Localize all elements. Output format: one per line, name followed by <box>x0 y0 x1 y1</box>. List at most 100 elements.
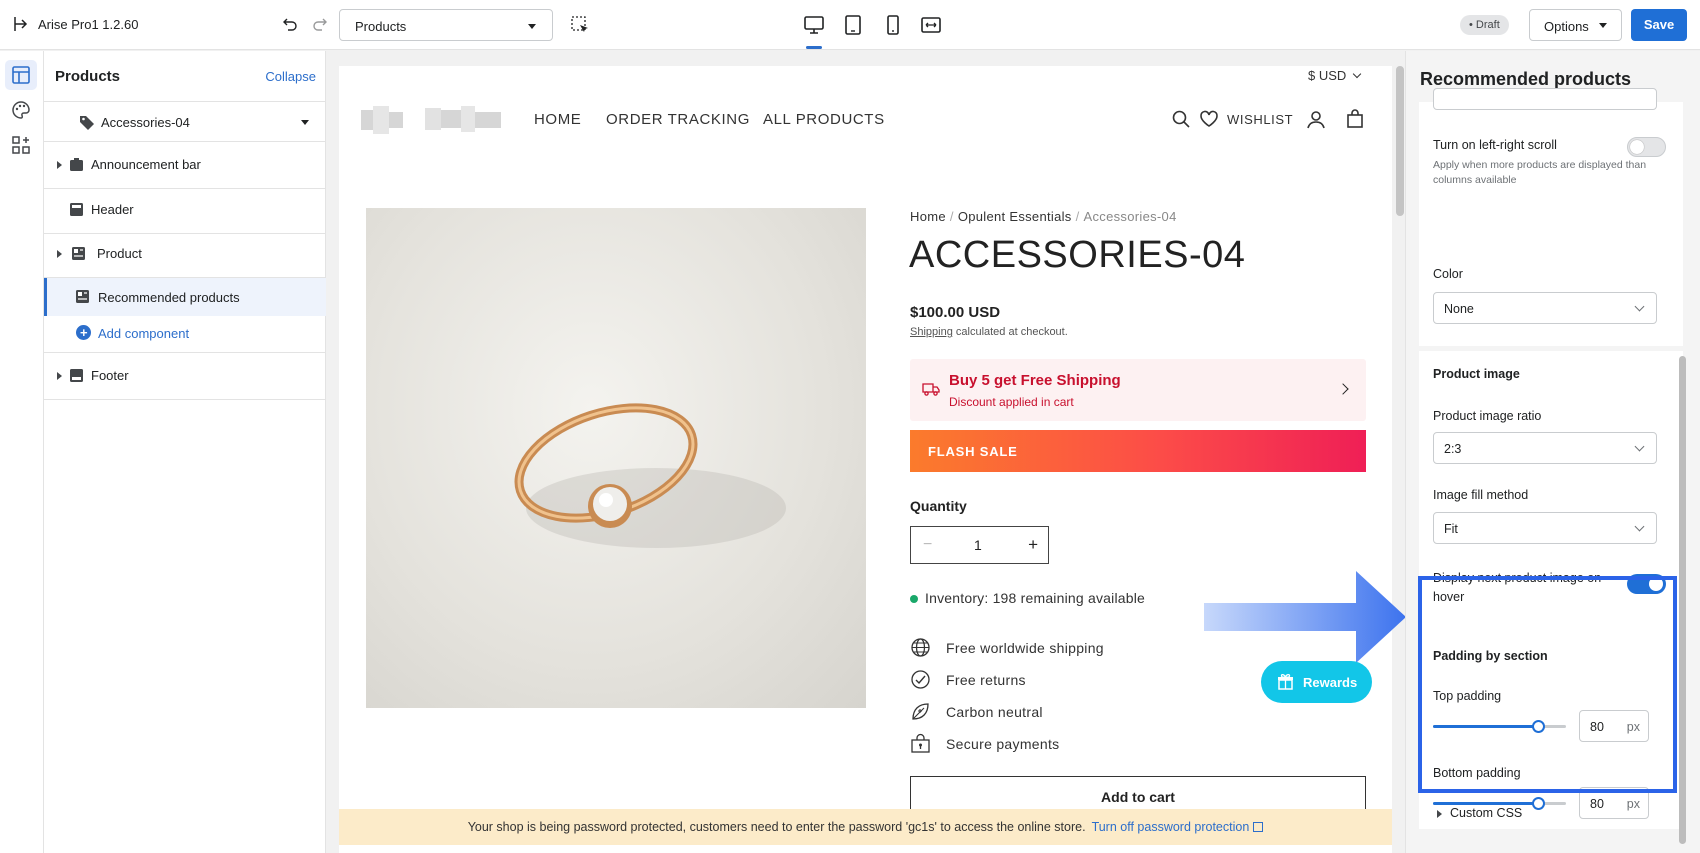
scroll-toggle-help: Apply when more products are displayed t… <box>1433 159 1647 186</box>
product-selector-value: Accessories-04 <box>101 115 190 130</box>
fill-method-select[interactable]: Fit <box>1433 512 1657 544</box>
layout-settings-card: Turn on left-right scroll Apply when mor… <box>1419 88 1683 346</box>
color-select-value: None <box>1444 302 1474 316</box>
product-selector[interactable]: Accessories-04 <box>44 102 326 142</box>
globe-icon <box>911 638 930 657</box>
sidebar-item-footer[interactable]: Footer <box>44 353 326 400</box>
product-image[interactable] <box>366 208 866 708</box>
sidebar-header: Products Collapse <box>44 51 326 102</box>
gift-icon <box>1278 673 1293 690</box>
shipping-link[interactable]: Shipping <box>910 326 953 338</box>
mobile-view-icon[interactable] <box>882 14 904 36</box>
feature-label: Carbon neutral <box>946 704 1043 720</box>
tablet-view-icon[interactable] <box>842 14 864 36</box>
options-button[interactable]: Options <box>1529 9 1622 41</box>
shipping-note-text: calculated at checkout. <box>952 326 1068 338</box>
caret-down-icon <box>301 120 309 125</box>
section-icon <box>72 247 85 260</box>
product-image-heading: Product image <box>1433 367 1520 381</box>
status-badge: • Draft <box>1460 15 1509 35</box>
turn-off-password-link[interactable]: Turn off password protection <box>1092 820 1250 834</box>
breadcrumb-collection[interactable]: Opulent Essentials <box>958 209 1072 224</box>
search-icon[interactable] <box>1171 109 1191 129</box>
selected-indicator <box>44 278 47 316</box>
chevron-down-icon <box>1634 441 1645 452</box>
fullscreen-view-icon[interactable] <box>920 14 942 36</box>
sidebar-item-product[interactable]: Product <box>44 231 326 278</box>
breadcrumb-home[interactable]: Home <box>910 209 946 224</box>
nav-all-products[interactable]: ALL PRODUCTS <box>763 111 885 128</box>
chevron-down-icon <box>1634 521 1645 532</box>
exit-icon[interactable] <box>12 15 30 33</box>
promo-banner[interactable]: Buy 5 get Free Shipping Discount applied… <box>910 359 1366 421</box>
top-bar: Arise Pro1 1.2.60 Products • Draft Optio… <box>0 0 1700 50</box>
scroll-toggle[interactable] <box>1627 137 1666 157</box>
nav-home[interactable]: HOME <box>534 111 581 128</box>
callout-arrow <box>1204 571 1406 663</box>
custom-css-label: Custom CSS <box>1450 806 1523 820</box>
sidebar-item-announcement-bar[interactable]: Announcement bar <box>44 142 326 189</box>
redo-icon[interactable] <box>311 15 329 33</box>
padding-highlight-box <box>1418 576 1677 793</box>
columns-select[interactable] <box>1433 88 1657 110</box>
sections-icon[interactable] <box>10 64 32 86</box>
store-logo[interactable] <box>361 106 501 134</box>
caret-down-icon <box>1599 23 1607 28</box>
flash-sale-banner: FLASH SALE <box>910 430 1366 472</box>
save-button[interactable]: Save <box>1631 9 1687 41</box>
undo-icon[interactable] <box>281 15 299 33</box>
sidebar-item-label: Product <box>97 246 142 261</box>
product-title: ACCESSORIES-04 <box>909 234 1246 276</box>
collapse-link[interactable]: Collapse <box>265 69 316 84</box>
nav-order-tracking[interactable]: ORDER TRACKING <box>606 111 750 128</box>
page-selector[interactable]: Products <box>339 9 553 41</box>
section-icon <box>70 158 83 171</box>
heart-icon[interactable] <box>1199 109 1219 129</box>
color-label: Color <box>1433 267 1463 281</box>
wishlist-link[interactable]: WISHLIST <box>1227 112 1293 127</box>
expand-arrow-icon <box>1437 810 1442 818</box>
image-ratio-label: Product image ratio <box>1433 409 1542 423</box>
sidebar-item-label: Recommended products <box>98 290 240 305</box>
flash-sale-label: FLASH SALE <box>928 444 1018 459</box>
desktop-view-icon[interactable] <box>803 14 825 36</box>
sidebar-item-header[interactable]: Header <box>44 187 326 234</box>
lock-icon <box>911 733 930 753</box>
sidebar-item-recommended-products[interactable]: Recommended products <box>44 278 326 316</box>
slider-fill <box>1433 802 1539 805</box>
account-icon[interactable] <box>1306 109 1326 129</box>
quantity-increase-button[interactable]: + <box>1028 535 1038 555</box>
in-stock-dot-icon <box>910 595 918 603</box>
password-banner: Your shop is being password protected, c… <box>339 809 1392 845</box>
sidebar-title: Products <box>55 68 121 85</box>
plus-circle-icon: + <box>76 325 91 340</box>
theme-settings-icon[interactable] <box>10 99 32 121</box>
inspector-icon[interactable] <box>570 15 590 35</box>
chevron-right-icon <box>1337 383 1349 395</box>
feature-label: Secure payments <box>946 736 1060 752</box>
expand-arrow-icon[interactable] <box>57 372 62 380</box>
quantity-input[interactable]: 1 <box>974 537 982 553</box>
currency-selector[interactable]: $ USD <box>1308 68 1362 83</box>
app-title: Arise Pro1 1.2.60 <box>38 17 139 32</box>
panel-scrollbar[interactable] <box>1679 356 1686 844</box>
options-label: Options <box>1544 19 1589 34</box>
currency-value: $ USD <box>1308 68 1347 83</box>
preview-scrollbar[interactable] <box>1396 66 1404 216</box>
caret-down-icon <box>528 24 536 29</box>
sections-sidebar: Products Collapse Accessories-04 Announc… <box>44 51 326 853</box>
cart-icon[interactable] <box>1345 109 1365 129</box>
store-preview: $ USD HOME ORDER TRACKING ALL PRODUCTS W… <box>339 66 1392 853</box>
image-ratio-select[interactable]: 2:3 <box>1433 432 1657 464</box>
inventory-status: Inventory: 198 remaining available <box>910 590 1145 606</box>
sidebar-item-label: Footer <box>91 368 129 383</box>
expand-arrow-icon[interactable] <box>57 250 62 258</box>
feature-label: Free returns <box>946 672 1026 688</box>
slider-handle[interactable] <box>1532 797 1545 810</box>
rewards-button[interactable]: Rewards <box>1261 661 1372 703</box>
expand-arrow-icon[interactable] <box>57 161 62 169</box>
app-blocks-icon[interactable] <box>10 134 32 156</box>
quantity-decrease-button[interactable]: − <box>923 536 932 554</box>
add-component-button[interactable]: + Add component <box>44 316 326 353</box>
color-select[interactable]: None <box>1433 292 1657 324</box>
